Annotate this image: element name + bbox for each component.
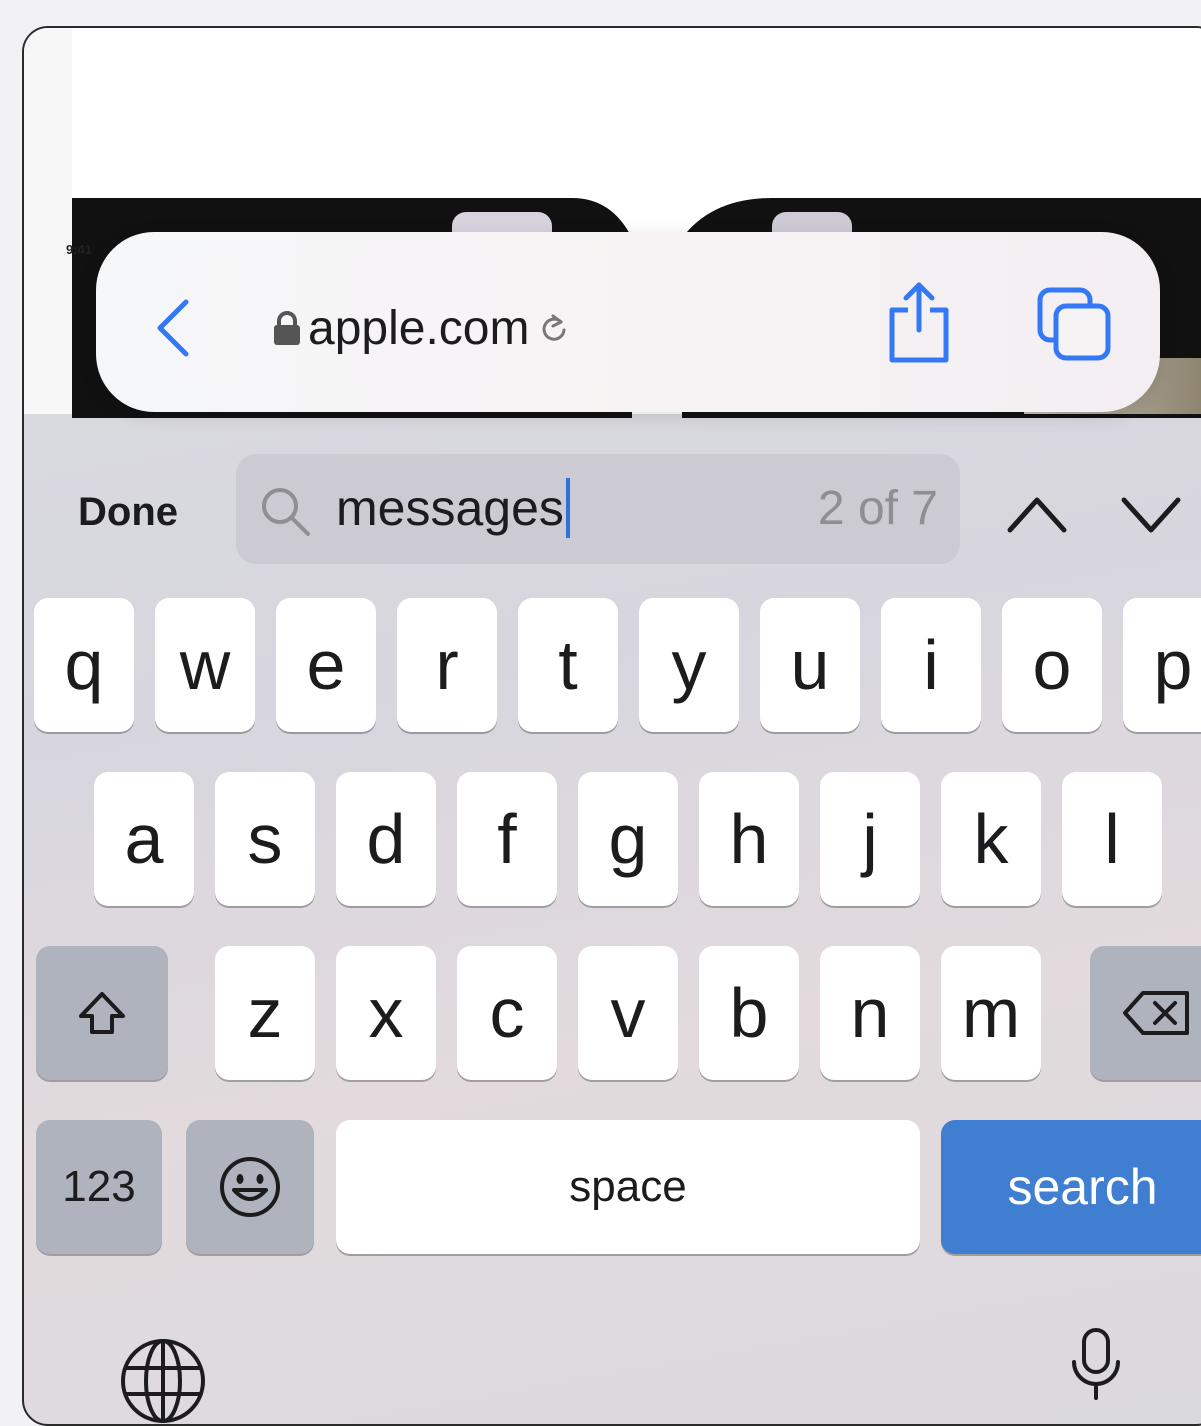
- find-field[interactable]: messages 2 of 7: [236, 454, 960, 564]
- key-s[interactable]: s: [215, 772, 315, 906]
- key-v[interactable]: v: [578, 946, 678, 1080]
- key-f[interactable]: f: [457, 772, 557, 906]
- key-w[interactable]: w: [155, 598, 255, 732]
- key-l[interactable]: l: [1062, 772, 1162, 906]
- reload-icon[interactable]: [539, 313, 569, 343]
- device-screen: 9:41 apple.com Done messages 2 of 7 q w …: [22, 26, 1201, 1426]
- key-e[interactable]: e: [276, 598, 376, 732]
- key-z[interactable]: z: [215, 946, 315, 1080]
- key-n[interactable]: n: [820, 946, 920, 1080]
- key-t[interactable]: t: [518, 598, 618, 732]
- globe-icon[interactable]: [118, 1336, 208, 1426]
- key-k[interactable]: k: [941, 772, 1041, 906]
- url-field[interactable]: apple.com: [272, 296, 569, 360]
- key-j[interactable]: j: [820, 772, 920, 906]
- page-edge: [24, 28, 72, 414]
- backspace-icon: [1123, 991, 1189, 1035]
- numbers-key[interactable]: 123: [36, 1120, 162, 1254]
- lock-icon: [274, 311, 300, 345]
- key-y[interactable]: y: [639, 598, 739, 732]
- status-time: 9:41: [66, 242, 93, 257]
- address-bar: apple.com: [96, 232, 1160, 412]
- match-count: 2 of 7: [817, 481, 938, 535]
- key-o[interactable]: o: [1002, 598, 1102, 732]
- key-b[interactable]: b: [699, 946, 799, 1080]
- emoji-key[interactable]: [186, 1120, 314, 1254]
- shift-icon: [79, 992, 125, 1034]
- chevron-down-icon[interactable]: [1118, 484, 1184, 544]
- key-d[interactable]: d: [336, 772, 436, 906]
- key-p[interactable]: p: [1123, 598, 1201, 732]
- shift-key[interactable]: [36, 946, 168, 1080]
- tabs-icon[interactable]: [1034, 284, 1114, 364]
- find-on-page-bar: Done messages 2 of 7: [24, 438, 1201, 564]
- key-q[interactable]: q: [34, 598, 134, 732]
- key-u[interactable]: u: [760, 598, 860, 732]
- text-caret: [565, 478, 570, 538]
- key-a[interactable]: a: [94, 772, 194, 906]
- find-query: messages: [336, 480, 564, 536]
- key-m[interactable]: m: [941, 946, 1041, 1080]
- magnifying-glass-icon: [262, 488, 310, 536]
- key-g[interactable]: g: [578, 772, 678, 906]
- space-key[interactable]: space: [336, 1120, 920, 1254]
- key-c[interactable]: c: [457, 946, 557, 1080]
- key-r[interactable]: r: [397, 598, 497, 732]
- share-icon[interactable]: [884, 280, 954, 364]
- chevron-up-icon[interactable]: [1004, 484, 1070, 544]
- url-text: apple.com: [308, 301, 530, 355]
- chevron-left-icon[interactable]: [150, 296, 196, 360]
- done-button[interactable]: Done: [78, 490, 178, 535]
- emoji-icon: [220, 1157, 280, 1217]
- search-key[interactable]: search: [941, 1120, 1201, 1254]
- key-x[interactable]: x: [336, 946, 436, 1080]
- key-h[interactable]: h: [699, 772, 799, 906]
- backspace-key[interactable]: [1090, 946, 1201, 1080]
- microphone-icon[interactable]: [1066, 1326, 1126, 1406]
- key-i[interactable]: i: [881, 598, 981, 732]
